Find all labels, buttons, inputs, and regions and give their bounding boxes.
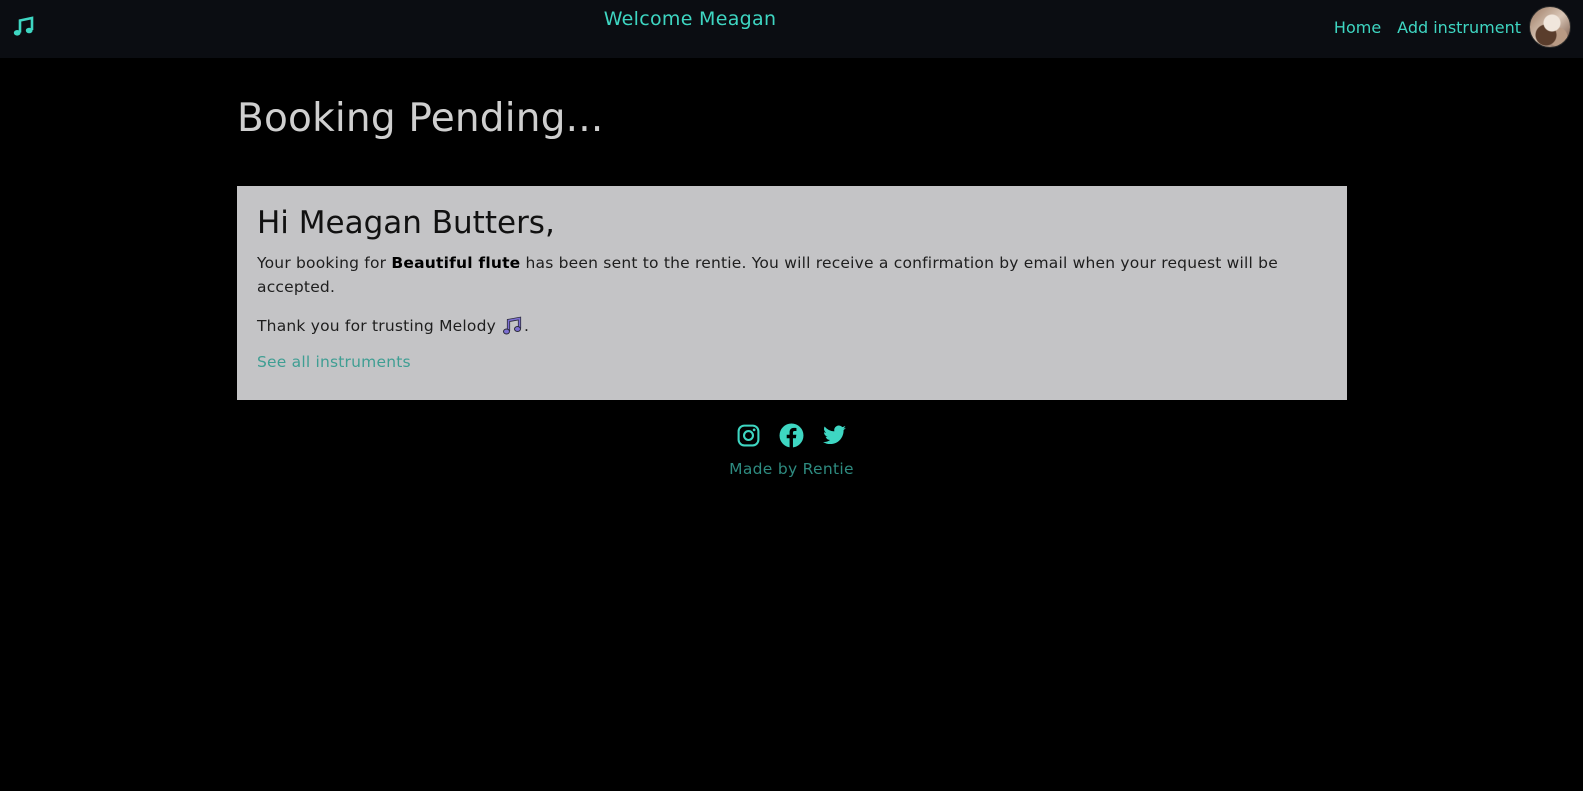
facebook-icon[interactable]	[779, 423, 804, 448]
nav-links: Home Add instrument	[1318, 6, 1571, 48]
thanks-message: Thank you for trusting Melody .	[257, 314, 1327, 338]
page-title: Booking Pending...	[237, 96, 604, 141]
nav-add-instrument-link[interactable]: Add instrument	[1397, 18, 1521, 37]
navbar: Welcome Meagan Home Add instrument	[0, 0, 1583, 58]
booking-message-start: Your booking for	[257, 254, 392, 272]
booking-card: Hi Meagan Butters, Your booking for Beau…	[237, 186, 1347, 400]
thanks-text: Thank you for trusting Melody	[257, 317, 496, 335]
instagram-icon[interactable]	[736, 423, 761, 448]
booking-message: Your booking for Beautiful flute has bee…	[257, 251, 1327, 299]
nav-home-link[interactable]: Home	[1334, 18, 1381, 37]
thanks-period: .	[524, 317, 530, 335]
musical-notes-emoji	[502, 316, 522, 336]
instrument-name: Beautiful flute	[391, 254, 521, 272]
user-avatar[interactable]	[1529, 6, 1571, 48]
footer-credit: Made by Rentie	[729, 460, 854, 478]
see-all-instruments-link[interactable]: See all instruments	[257, 353, 411, 371]
welcome-message: Welcome Meagan	[603, 8, 777, 30]
card-greeting: Hi Meagan Butters,	[257, 205, 555, 241]
twitter-icon[interactable]	[822, 423, 847, 448]
social-icons	[0, 423, 1583, 448]
